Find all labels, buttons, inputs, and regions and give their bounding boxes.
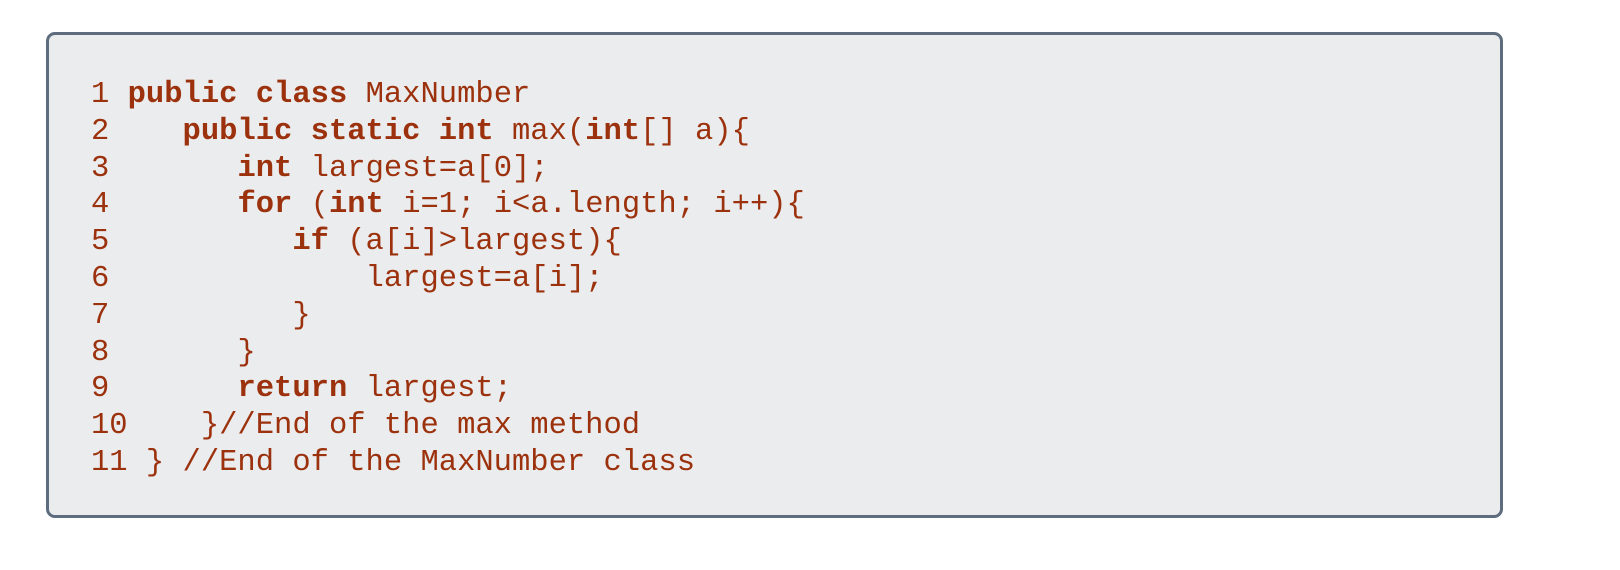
line-number: 11 <box>91 445 128 480</box>
code-line: 11 } //End of the MaxNumber class <box>91 445 805 482</box>
code-text: [] a){ <box>640 114 750 149</box>
code-text: } <box>109 298 311 333</box>
code-text: largest; <box>347 372 512 407</box>
code-line: 1 public class MaxNumber <box>91 77 805 114</box>
line-number: 7 <box>91 298 110 333</box>
code-line: 7 } <box>91 298 805 335</box>
code-text: largest=a[i]; <box>109 261 604 296</box>
code-keyword: int <box>585 114 641 149</box>
code-keyword: int <box>328 188 384 223</box>
line-number: 8 <box>91 335 110 370</box>
code-line: 2 public static int max(int[] a){ <box>91 114 805 151</box>
code-keyword: public static int <box>182 114 494 149</box>
code-text: MaxNumber <box>347 78 531 112</box>
code-keyword: if <box>292 225 329 260</box>
code-keyword: public class <box>127 78 348 112</box>
line-number: 6 <box>91 261 110 296</box>
code-text: max( <box>493 114 586 149</box>
line-number: 4 <box>91 188 110 223</box>
code-keyword: return <box>237 372 348 407</box>
code-line: 4 for (int i=1; i<a.length; i++){ <box>91 187 805 224</box>
code-line: 3 int largest=a[0]; <box>91 151 805 188</box>
code-keyword: for <box>237 188 293 223</box>
code-line: 10 }//End of the max method <box>91 408 805 445</box>
line-number: 3 <box>91 151 110 186</box>
code-text: } //End of the MaxNumber class <box>127 445 696 480</box>
code-text: i=1; i<a.length; i++){ <box>383 188 805 223</box>
code-text: (a[i]>largest){ <box>328 225 622 260</box>
code-line: 6 largest=a[i]; <box>91 261 805 298</box>
code-listing: 1 public class MaxNumber 2 public static … <box>91 77 805 482</box>
code-text: }//End of the max method <box>127 409 641 444</box>
code-block: 1 public class MaxNumber 2 public static … <box>46 32 1503 518</box>
code-text: } <box>109 335 256 370</box>
line-number: 2 <box>91 114 110 149</box>
line-number: 9 <box>91 372 110 407</box>
code-line: 9 return largest; <box>91 371 805 408</box>
code-line: 8 } <box>91 335 805 372</box>
line-number: 5 <box>91 225 110 260</box>
line-number: 1 <box>91 78 110 112</box>
code-keyword: int <box>237 151 293 186</box>
line-number: 10 <box>91 409 128 444</box>
code-line: 5 if (a[i]>largest){ <box>91 224 805 261</box>
code-text: largest=a[0]; <box>292 151 549 186</box>
code-text: ( <box>292 188 329 223</box>
